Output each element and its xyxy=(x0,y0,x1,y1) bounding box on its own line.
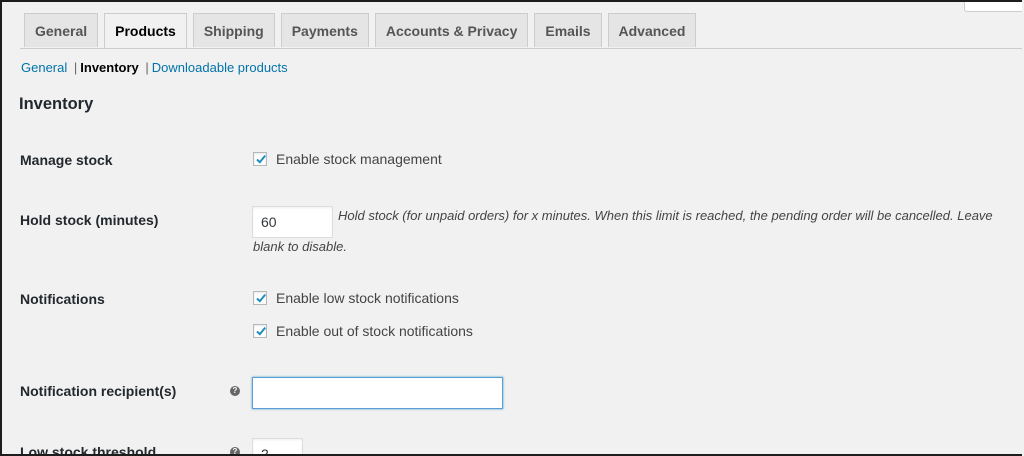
low-stock-notification-label: Enable low stock notifications xyxy=(276,290,459,306)
subnav-inventory-current: Inventory xyxy=(80,60,139,75)
checkmark-icon xyxy=(256,293,266,303)
tab-emails[interactable]: Emails xyxy=(534,13,602,47)
notifications-label: Notifications xyxy=(20,291,105,307)
tab-advanced[interactable]: Advanced xyxy=(607,13,697,47)
low-stock-notification-row: Enable low stock notifications xyxy=(253,290,459,306)
low-stock-threshold-label: Low stock threshold xyxy=(20,444,157,456)
hold-stock-label: Hold stock (minutes) xyxy=(20,212,159,228)
low-stock-threshold-input[interactable] xyxy=(252,438,303,454)
checkmark-icon xyxy=(256,154,266,164)
low-stock-notification-checkbox[interactable] xyxy=(253,291,267,305)
help-icon[interactable]: ? xyxy=(230,386,240,396)
hold-stock-description-cont: blank to disable. xyxy=(253,239,347,254)
hold-stock-input[interactable] xyxy=(252,206,333,238)
tab-products[interactable]: Products xyxy=(104,13,187,49)
subnav-separator: | xyxy=(73,60,78,75)
subnav-separator: | xyxy=(145,60,149,75)
tab-shipping[interactable]: Shipping xyxy=(192,13,275,47)
manage-stock-row: Enable stock management xyxy=(253,151,442,167)
out-of-stock-notification-label: Enable out of stock notifications xyxy=(276,323,473,339)
tab-divider xyxy=(20,48,1022,49)
manage-stock-checkbox[interactable] xyxy=(253,152,267,166)
settings-frame: General Products Shipping Payments Accou… xyxy=(0,0,1022,456)
subnav-general-link[interactable]: General xyxy=(21,60,67,75)
tab-payments[interactable]: Payments xyxy=(280,13,369,47)
manage-stock-checkbox-label: Enable stock management xyxy=(276,151,442,167)
checkmark-icon xyxy=(256,326,266,336)
settings-tabs: General Products Shipping Payments Accou… xyxy=(24,13,702,49)
section-subnav: General | Inventory | Downloadable product… xyxy=(21,60,288,75)
notification-recipient-input[interactable] xyxy=(252,377,503,409)
subnav-downloadable-link[interactable]: Downloadable products xyxy=(152,60,288,75)
notification-recipient-label: Notification recipient(s) xyxy=(20,383,177,399)
out-of-stock-notification-checkbox[interactable] xyxy=(253,324,267,338)
tab-general[interactable]: General xyxy=(24,13,99,47)
help-icon[interactable]: ? xyxy=(230,447,240,454)
top-right-field[interactable] xyxy=(964,2,1022,12)
manage-stock-label: Manage stock xyxy=(20,152,113,168)
hold-stock-description: Hold stock (for unpaid orders) for x min… xyxy=(338,208,993,223)
tab-accounts-privacy[interactable]: Accounts & Privacy xyxy=(374,13,529,47)
out-of-stock-notification-row: Enable out of stock notifications xyxy=(253,323,473,339)
section-title: Inventory xyxy=(19,95,94,113)
